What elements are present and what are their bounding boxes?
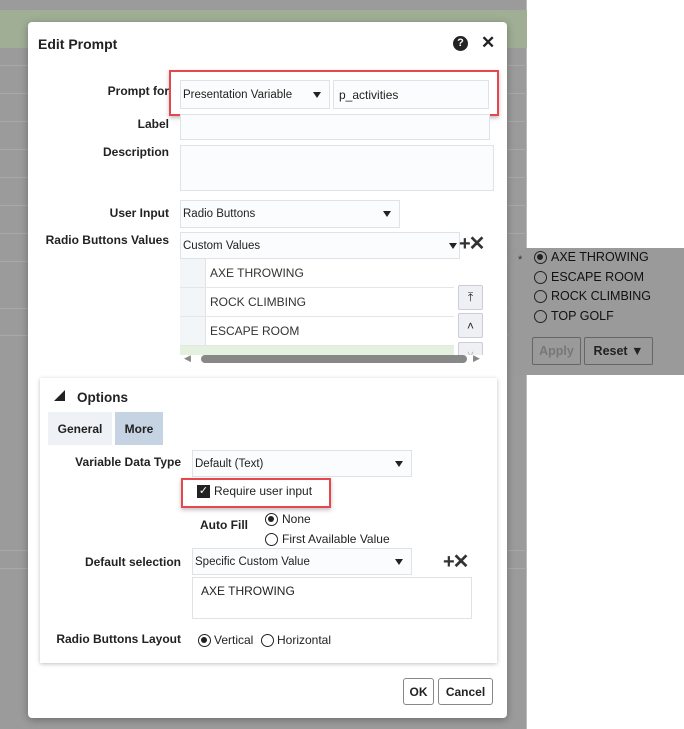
auto-fill-none-radio[interactable]: None xyxy=(265,512,311,526)
scroll-left-icon[interactable]: ◀ xyxy=(184,353,191,364)
tab-more[interactable]: More xyxy=(115,412,163,445)
label-input[interactable] xyxy=(180,114,490,140)
options-panel: Options General More Variable Data Type … xyxy=(40,378,497,663)
layout-label: Radio Buttons Layout xyxy=(56,632,181,646)
prompt-preview: * AXE THROWING ESCAPE ROOM ROCK CLIMBING… xyxy=(508,248,684,375)
reset-button[interactable]: Reset ▼ xyxy=(584,337,653,365)
description-label: Description xyxy=(102,145,169,159)
preview-option-escape-room[interactable]: ESCAPE ROOM xyxy=(534,270,644,284)
default-selection-label: Default selection xyxy=(84,555,181,569)
options-title: Options xyxy=(77,390,128,405)
layout-horizontal-radio[interactable]: Horizontal xyxy=(261,633,331,647)
edit-prompt-dialog: Edit Prompt ? ✕ Prompt for Presentation … xyxy=(28,22,507,718)
user-input-select[interactable]: Radio Buttons xyxy=(180,200,400,228)
radio-values-source-select[interactable]: Custom Values xyxy=(180,232,460,259)
radio-icon xyxy=(265,512,278,526)
help-icon[interactable]: ? xyxy=(453,36,468,51)
collapse-triangle-icon[interactable] xyxy=(54,390,65,401)
close-icon[interactable]: ✕ xyxy=(481,33,495,53)
preview-option-axe-throwing[interactable]: AXE THROWING xyxy=(534,250,649,264)
radio-icon xyxy=(198,633,211,647)
scroll-right-icon[interactable]: ▶ xyxy=(473,353,480,364)
layout-vertical-radio[interactable]: Vertical xyxy=(198,633,253,647)
auto-fill-label: Auto Fill xyxy=(200,518,248,532)
chevron-down-icon xyxy=(383,211,391,217)
label-label: Label xyxy=(137,117,169,131)
prompt-for-label: Prompt for xyxy=(107,84,169,98)
chevron-down-icon xyxy=(449,242,457,249)
list-item[interactable]: ROCK CLIMBING xyxy=(180,288,454,317)
cancel-button[interactable]: Cancel xyxy=(438,678,493,705)
preview-option-rock-climbing[interactable]: ROCK CLIMBING xyxy=(534,289,651,303)
variable-data-type-select[interactable]: Default (Text) xyxy=(192,450,412,477)
horizontal-scrollbar[interactable] xyxy=(201,355,467,363)
user-input-label: User Input xyxy=(109,206,169,220)
list-item[interactable]: AXE THROWING xyxy=(180,259,454,288)
chevron-down-icon xyxy=(395,558,403,565)
move-top-icon[interactable]: ⤒ xyxy=(458,285,483,310)
preview-option-top-golf[interactable]: TOP GOLF xyxy=(534,309,614,323)
ok-button[interactable]: OK xyxy=(403,678,434,705)
radio-icon xyxy=(534,309,547,323)
add-remove-icon[interactable]: +✕ xyxy=(443,549,469,574)
auto-fill-first-radio[interactable]: First Available Value xyxy=(265,532,390,546)
variable-data-type-label: Variable Data Type xyxy=(75,455,181,469)
values-list: AXE THROWING ROCK CLIMBING ESCAPE ROOM ⤒… xyxy=(180,259,486,355)
radio-icon xyxy=(534,289,547,303)
radio-icon xyxy=(534,270,547,284)
apply-button[interactable]: Apply xyxy=(532,337,581,365)
add-remove-icon[interactable]: +✕ xyxy=(459,231,485,256)
radio-icon xyxy=(534,250,547,264)
description-input[interactable] xyxy=(180,145,494,191)
radio-icon xyxy=(261,633,274,647)
tab-general[interactable]: General xyxy=(48,412,112,445)
highlight-box xyxy=(169,70,499,116)
radio-values-label: Radio Buttons Values xyxy=(45,233,169,247)
dialog-title: Edit Prompt xyxy=(38,36,118,52)
chevron-down-icon xyxy=(395,460,403,467)
highlight-box xyxy=(181,478,331,508)
default-selection-select[interactable]: Specific Custom Value xyxy=(192,548,412,575)
radio-icon xyxy=(265,532,278,546)
required-mark: * xyxy=(518,254,523,266)
move-up-icon[interactable]: ˄ xyxy=(458,313,483,338)
default-selection-values[interactable]: AXE THROWING xyxy=(192,577,472,619)
list-item[interactable]: ESCAPE ROOM xyxy=(180,317,454,346)
